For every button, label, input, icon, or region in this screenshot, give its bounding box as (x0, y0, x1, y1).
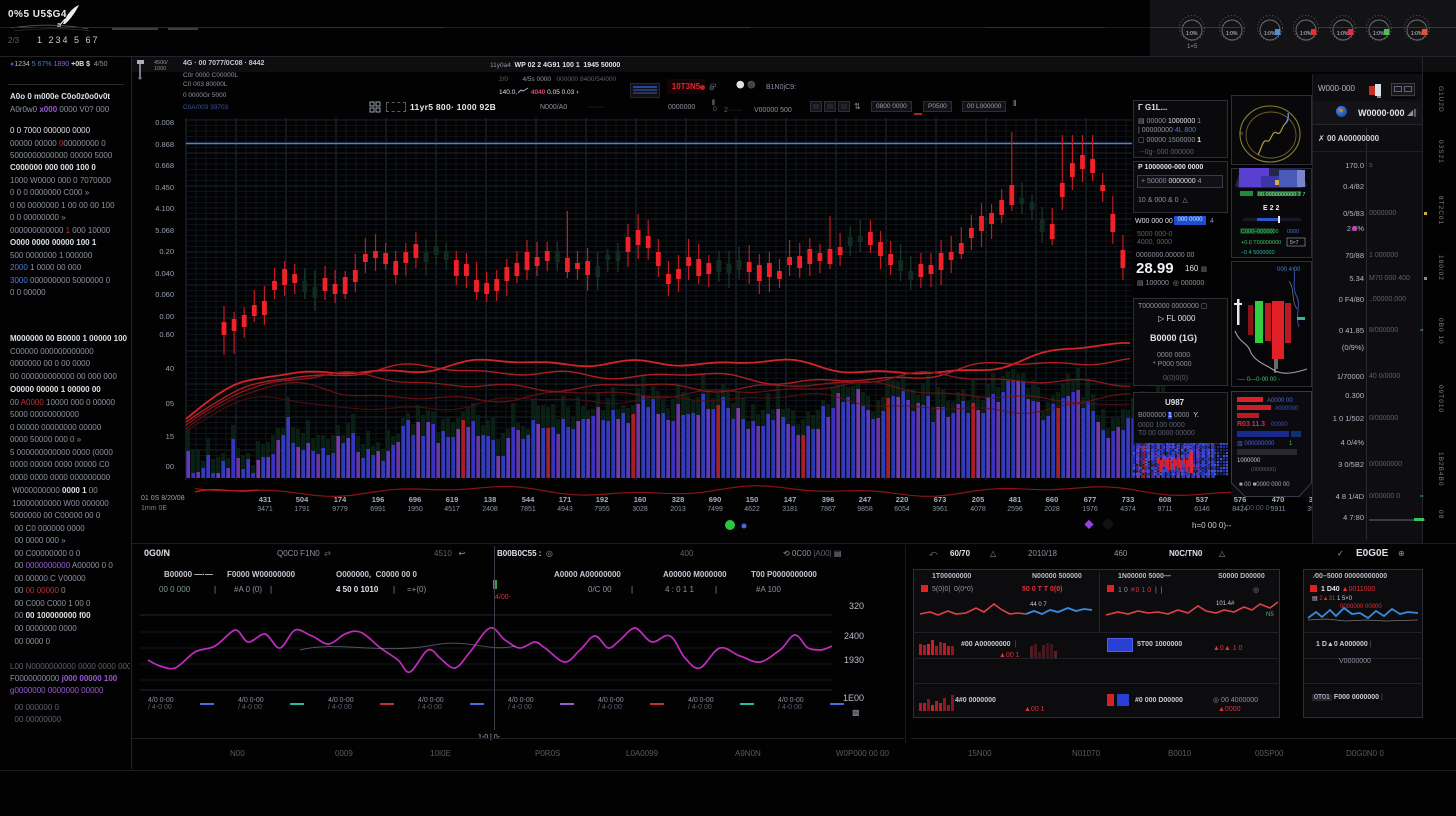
svg-text:7867: 7867 (820, 506, 836, 513)
svg-text:9779: 9779 (332, 506, 348, 513)
svg-text:205: 205 (972, 495, 985, 504)
svg-text:2408: 2408 (482, 506, 498, 513)
svg-text:481: 481 (1009, 495, 1022, 504)
svg-text:C000–0000000: C000–0000000 (1241, 229, 1279, 235)
svg-text:1791: 1791 (294, 506, 310, 513)
svg-text:328: 328 (672, 495, 685, 504)
svg-text:4517: 4517 (444, 506, 460, 513)
svg-text:1mm 0E: 1mm 0E (141, 505, 167, 512)
svg-text:00 0000000000 7 7: 00 0000000000 7 7 (1258, 192, 1305, 198)
svg-text:160: 160 (634, 495, 647, 504)
svg-text:000 4 00: 000 4 00 (1277, 267, 1301, 273)
svg-text:44 0 7: 44 0 7 (1030, 602, 1047, 608)
svg-text:174: 174 (334, 495, 347, 504)
svg-text:00000: 00000 (1271, 422, 1288, 428)
svg-text:196: 196 (372, 495, 385, 504)
svg-text:3181: 3181 (782, 506, 798, 513)
svg-text:660: 660 (1046, 495, 1059, 504)
svg-text:150: 150 (746, 495, 759, 504)
svg-text:690: 690 (709, 495, 722, 504)
svg-text:696: 696 (409, 495, 422, 504)
svg-text:1:0%: 1:0% (1411, 31, 1423, 37)
svg-text:1:0%: 1:0% (1300, 31, 1312, 37)
svg-text:101.4#: 101.4# (1216, 601, 1235, 607)
svg-text:7499: 7499 (707, 506, 723, 513)
svg-text:673: 673 (934, 495, 947, 504)
svg-text:N5: N5 (1266, 612, 1274, 618)
svg-text:147: 147 (784, 495, 797, 504)
svg-text:E 2 2: E 2 2 (1263, 205, 1279, 212)
svg-text:504: 504 (296, 495, 309, 504)
svg-text:7955: 7955 (594, 506, 610, 513)
svg-text:1:0%: 1:0% (1264, 31, 1276, 37)
svg-text:171: 171 (559, 495, 572, 504)
svg-text:4943: 4943 (557, 506, 573, 513)
svg-text:R03 11.3: R03 11.3 (1237, 421, 1265, 428)
svg-text:h=0 00 0)--: h=0 00 0)-- (1192, 521, 1232, 530)
svg-text:6054: 6054 (894, 506, 910, 513)
svg-text:396: 396 (822, 495, 835, 504)
svg-text:537: 537 (1196, 495, 1209, 504)
svg-text:431: 431 (259, 495, 272, 504)
svg-text:1: 1 (1289, 441, 1293, 447)
svg-text:9858: 9858 (857, 506, 873, 513)
svg-text:5×7: 5×7 (1290, 240, 1299, 246)
svg-text:544: 544 (522, 495, 535, 504)
svg-text:1950: 1950 (407, 506, 423, 513)
svg-text:7851: 7851 (520, 506, 536, 513)
svg-text:1976: 1976 (1082, 506, 1098, 513)
svg-text:220: 220 (896, 495, 909, 504)
svg-text:01 0S 8/20/08: 01 0S 8/20/08 (141, 495, 185, 502)
svg-text:1:0%: 1:0% (1337, 31, 1349, 37)
svg-text:1=5: 1=5 (1187, 44, 1198, 50)
svg-text:(0000000): (0000000) (1251, 467, 1276, 473)
svg-text:#000000: #000000 (1275, 406, 1299, 412)
svg-text:3471: 3471 (257, 506, 273, 513)
svg-text:608: 608 (1159, 495, 1172, 504)
svg-text:2596: 2596 (1007, 506, 1023, 513)
svg-text:4622: 4622 (744, 506, 760, 513)
svg-text:3028: 3028 (632, 506, 648, 513)
svg-text:677: 677 (1084, 495, 1097, 504)
svg-text:■ 00 ■0000 000 00: ■ 00 ■0000 000 00 (1239, 482, 1290, 488)
svg-text:m: m (1239, 131, 1243, 137)
svg-text:138: 138 (484, 495, 497, 504)
svg-text:733: 733 (1122, 495, 1135, 504)
svg-text:1:0%: 1:0% (1373, 31, 1385, 37)
svg-text:6146: 6146 (1194, 506, 1210, 513)
svg-text:–0 4 5000000: –0 4 5000000 (1241, 250, 1275, 256)
svg-text:▤ 2▲31 1 5×0: ▤ 2▲31 1 5×0 (1312, 596, 1353, 602)
svg-text:0000: 0000 (1287, 229, 1299, 235)
svg-text:2013: 2013 (670, 506, 686, 513)
svg-text:619: 619 (446, 495, 459, 504)
svg-text:4374: 4374 (1120, 506, 1136, 513)
svg-text:3961: 3961 (932, 506, 948, 513)
svg-text:1:0%: 1:0% (1186, 31, 1198, 37)
svg-text:1000000: 1000000 (1237, 458, 1261, 464)
svg-text:+0.0 T00000000: +0.0 T00000000 (1241, 240, 1281, 246)
svg-text:▥ 000000000: ▥ 000000000 (1237, 441, 1275, 447)
svg-text:4078: 4078 (970, 506, 986, 513)
svg-text:247: 247 (859, 495, 872, 504)
svg-text:6991: 6991 (370, 506, 386, 513)
svg-text:192: 192 (596, 495, 609, 504)
svg-text:◦— 0—0◦00 00 ◦: ◦— 0—0◦00 00 ◦ (1237, 377, 1280, 383)
svg-text:9711: 9711 (1157, 506, 1172, 513)
svg-text:2028: 2028 (1044, 506, 1060, 513)
svg-text:A0000 00: A0000 00 (1267, 398, 1293, 404)
svg-text:1:0%: 1:0% (1226, 31, 1238, 37)
